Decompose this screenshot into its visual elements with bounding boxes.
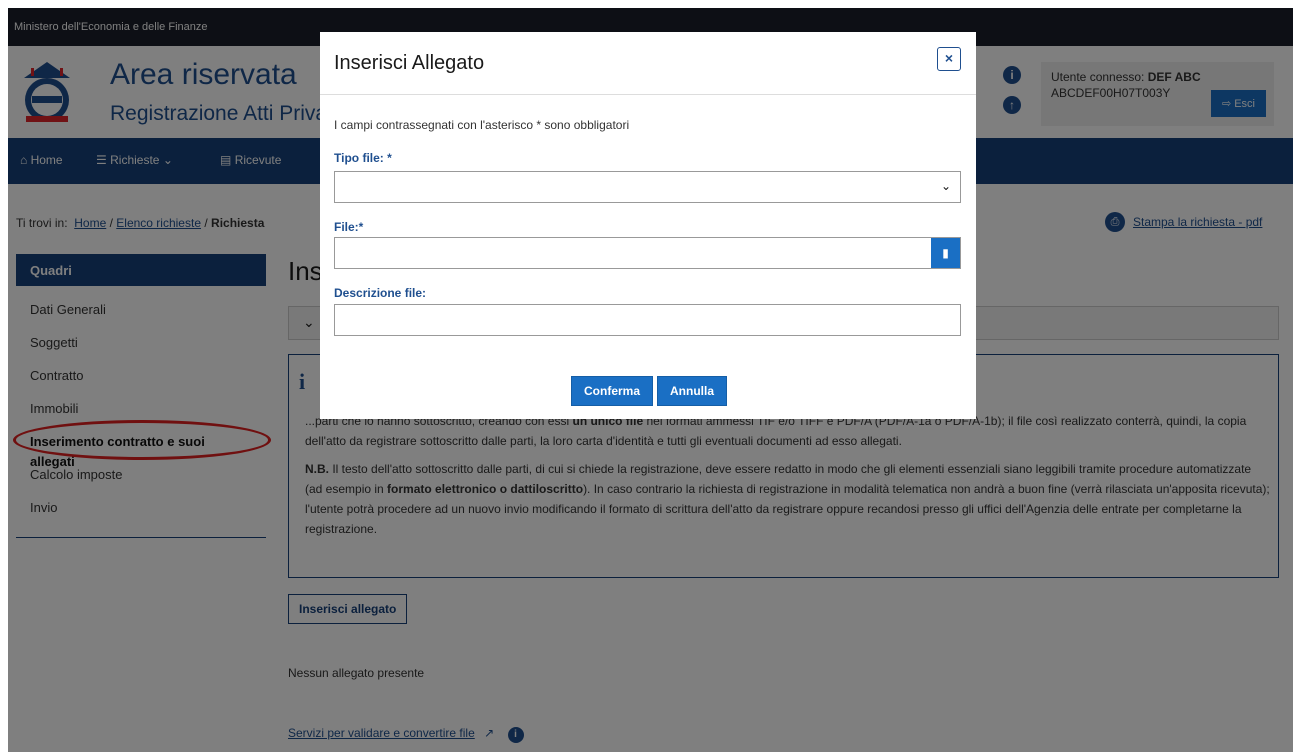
- file-label: File:*: [334, 220, 364, 234]
- file-description-input[interactable]: [334, 304, 961, 336]
- cancel-button[interactable]: Annulla: [657, 376, 727, 406]
- close-icon[interactable]: ×: [937, 47, 961, 71]
- modal-divider: [320, 94, 976, 95]
- chevron-down-icon: ⌄: [940, 179, 951, 193]
- file-input[interactable]: ▮: [334, 237, 961, 269]
- insert-attachment-modal: Inserisci Allegato × I campi contrassegn…: [320, 32, 976, 419]
- required-fields-note: I campi contrassegnati con l'asterisco *…: [334, 118, 630, 132]
- file-description-label: Descrizione file:: [334, 286, 427, 300]
- modal-title: Inserisci Allegato: [334, 52, 485, 74]
- file-type-label: Tipo file: *: [334, 151, 392, 165]
- file-upload-icon[interactable]: ▮: [931, 238, 960, 268]
- confirm-button[interactable]: Conferma: [571, 376, 654, 406]
- file-type-select[interactable]: ⌄: [334, 171, 961, 203]
